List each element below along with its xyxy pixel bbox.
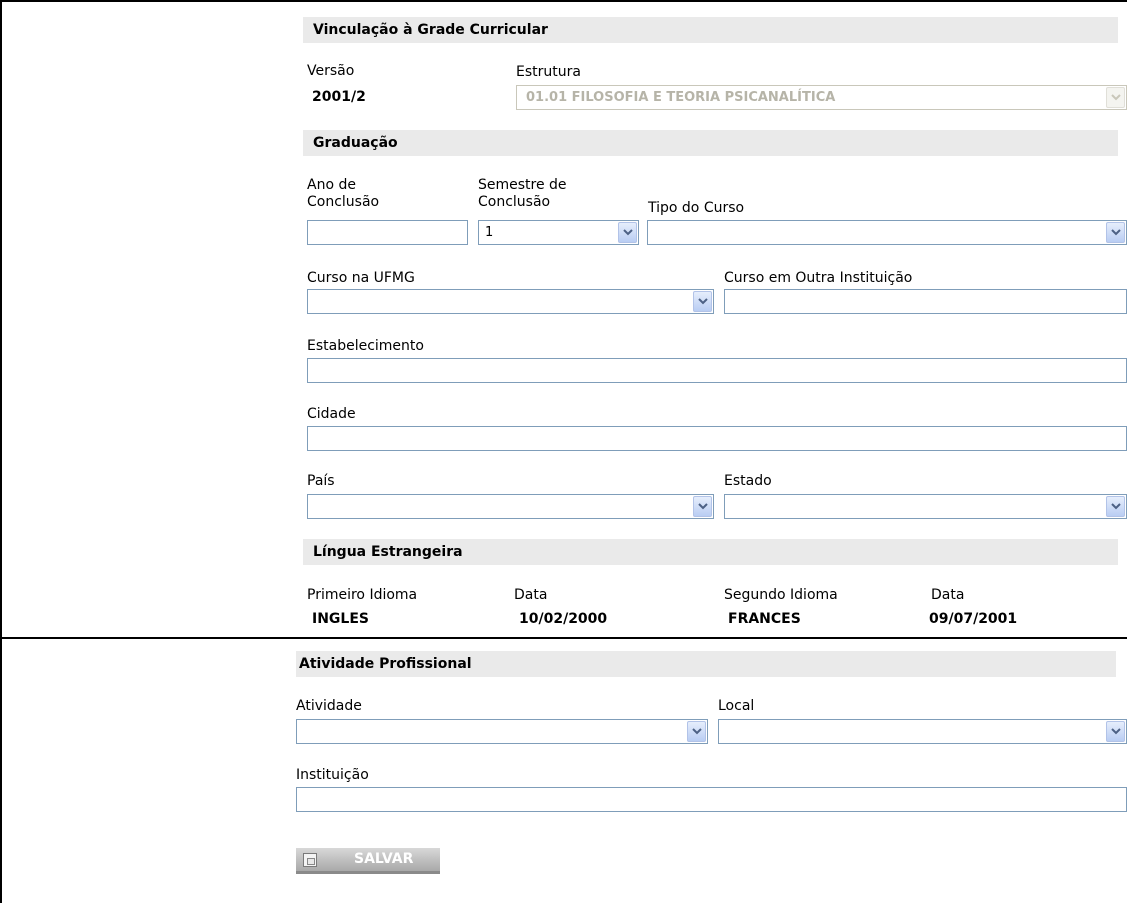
- tipo-curso-label: Tipo do Curso: [648, 200, 745, 216]
- estrutura-label: Estrutura: [516, 64, 581, 80]
- semestre-conclusao-label-line1: Semestre de: [478, 177, 567, 193]
- data2-label: Data: [931, 587, 965, 603]
- estado-label: Estado: [724, 473, 772, 489]
- frame-top-border: [0, 0, 1127, 2]
- local-select[interactable]: [718, 719, 1127, 744]
- save-button[interactable]: SALVAR: [296, 848, 440, 874]
- chevron-down-icon: [687, 721, 706, 742]
- curso-outra-instituicao-label: Curso em Outra Instituição: [724, 270, 913, 286]
- data1-value: 10/02/2000: [519, 611, 608, 627]
- cidade-input[interactable]: [307, 426, 1127, 451]
- atividade-label: Atividade: [296, 698, 362, 714]
- tipo-curso-select[interactable]: [647, 220, 1127, 245]
- chevron-down-icon: [1106, 496, 1125, 517]
- instituicao-label: Instituição: [296, 767, 369, 783]
- chevron-down-icon: [1106, 222, 1125, 243]
- cidade-label: Cidade: [307, 406, 356, 422]
- section-header-lingua: Língua Estrangeira: [303, 539, 1118, 565]
- local-label: Local: [718, 698, 755, 714]
- ano-conclusao-label-line2: Conclusão: [307, 194, 380, 210]
- chevron-down-icon: [1106, 87, 1125, 108]
- estrutura-select-value: 01.01 FILOSOFIA E TEORIA PSICANALÍTICA: [526, 90, 836, 105]
- estrutura-select[interactable]: 01.01 FILOSOFIA E TEORIA PSICANALÍTICA: [516, 85, 1127, 110]
- semestre-conclusao-value: 1: [485, 225, 494, 240]
- save-button-label: SALVAR: [354, 851, 414, 867]
- versao-value: 2001/2: [312, 89, 366, 105]
- versao-label: Versão: [307, 63, 355, 79]
- semestre-conclusao-label-line2: Conclusão: [478, 194, 551, 210]
- chevron-down-icon: [693, 291, 712, 312]
- estado-select[interactable]: [724, 494, 1127, 519]
- section-header-grade: Vinculação à Grade Curricular: [303, 17, 1118, 43]
- primeiro-idioma-value: INGLES: [312, 611, 369, 627]
- ano-conclusao-input[interactable]: [307, 220, 468, 245]
- chevron-down-icon: [618, 222, 637, 243]
- segundo-idioma-value: FRANCES: [728, 611, 801, 627]
- primeiro-idioma-label: Primeiro Idioma: [307, 587, 418, 603]
- pais-label: País: [307, 473, 335, 489]
- section-header-atividade: Atividade Profissional: [296, 651, 1116, 677]
- curso-ufmg-select[interactable]: [307, 289, 714, 314]
- semestre-conclusao-select[interactable]: 1: [478, 220, 639, 245]
- ano-conclusao-label-line1: Ano de: [307, 177, 356, 193]
- data2-value: 09/07/2001: [929, 611, 1018, 627]
- frame-left-border: [0, 0, 2, 903]
- frame-divider: [0, 637, 1127, 639]
- data1-label: Data: [514, 587, 548, 603]
- estabelecimento-label: Estabelecimento: [307, 338, 424, 354]
- atividade-select[interactable]: [296, 719, 708, 744]
- curso-ufmg-label: Curso na UFMG: [307, 270, 415, 286]
- pais-select[interactable]: [307, 494, 714, 519]
- instituicao-input[interactable]: [296, 787, 1127, 812]
- chevron-down-icon: [693, 496, 712, 517]
- estabelecimento-input[interactable]: [307, 358, 1127, 383]
- chevron-down-icon: [1106, 721, 1125, 742]
- curso-outra-instituicao-input[interactable]: [724, 289, 1127, 314]
- segundo-idioma-label: Segundo Idioma: [724, 587, 838, 603]
- section-header-graduacao: Graduação: [303, 130, 1118, 156]
